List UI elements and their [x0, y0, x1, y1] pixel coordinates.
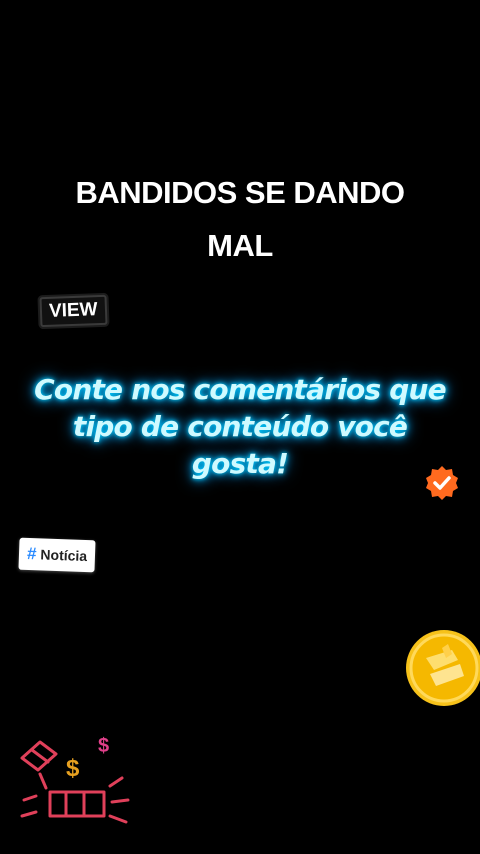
- hashtag-icon: #: [26, 543, 37, 564]
- news-tag[interactable]: # Notícia: [18, 537, 96, 573]
- news-tag-label: Notícia: [40, 546, 88, 565]
- video-title: BANDIDOS SE DANDO MAL: [75, 175, 405, 263]
- verified-check-icon: [426, 466, 458, 500]
- gold-coin-icon[interactable]: [404, 628, 480, 708]
- view-badge: VIEW: [39, 294, 108, 328]
- gift-box-icon: $ $: [20, 735, 130, 824]
- cta-text: Conte nos comentários que tipo de conteú…: [34, 373, 446, 480]
- dollar-sign-icon: $: [98, 735, 109, 757]
- dollar-sign-icon: $: [66, 755, 80, 782]
